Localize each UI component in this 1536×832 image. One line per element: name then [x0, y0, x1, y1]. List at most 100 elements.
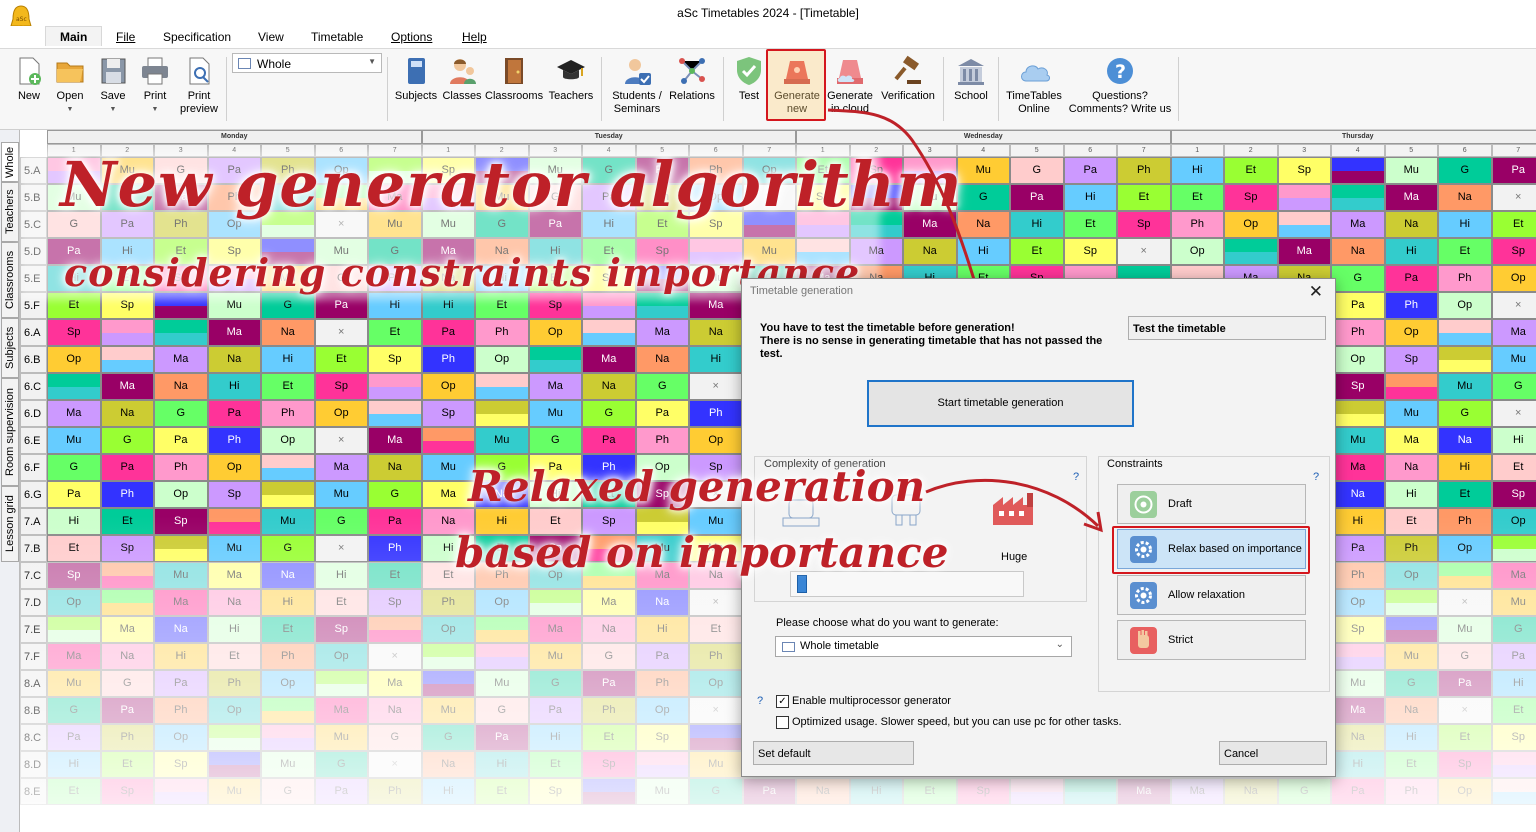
lesson-cell[interactable]: G — [154, 400, 208, 427]
lesson-cell[interactable]: Sp — [528, 778, 582, 805]
optimized-usage-checkbox[interactable] — [776, 716, 789, 729]
lesson-cell[interactable]: Ma — [528, 616, 582, 643]
open-button[interactable]: Open ▼ — [51, 49, 89, 129]
test-button[interactable]: Test — [731, 49, 767, 129]
tab-lesson-grid[interactable]: Lesson grid — [1, 486, 19, 562]
lesson-cell[interactable]: Ma — [1331, 211, 1385, 238]
lesson-cell[interactable]: Na — [368, 697, 422, 724]
lesson-cell[interactable]: Sp — [100, 535, 154, 562]
lesson-cell[interactable]: Ph — [1384, 535, 1438, 562]
lesson-cell[interactable]: Ma — [207, 562, 261, 589]
lesson-cell[interactable]: G — [47, 454, 101, 481]
lesson-cell[interactable]: Pa — [100, 454, 154, 481]
lesson-cell[interactable]: Mu — [1331, 427, 1385, 454]
lesson-cell[interactable]: × — [314, 427, 368, 454]
lesson-cell[interactable]: Sp — [635, 724, 689, 751]
class-row-label[interactable]: 7.B — [20, 535, 47, 562]
lesson-cell[interactable]: Et — [528, 751, 582, 778]
lesson-cell[interactable]: Ph — [207, 427, 261, 454]
lesson-cell[interactable]: Na — [207, 589, 261, 616]
lesson-cell[interactable]: Hi — [1331, 508, 1385, 535]
lesson-cell[interactable]: Na — [635, 346, 689, 373]
lesson-cell[interactable] — [100, 562, 154, 589]
lesson-cell[interactable]: Ma — [1491, 319, 1536, 346]
questions-button[interactable]: ? Questions? Comments? Write us — [1066, 49, 1174, 129]
class-row-label[interactable]: 6.B — [20, 346, 47, 373]
lesson-cell[interactable]: Hi — [475, 751, 529, 778]
lesson-cell[interactable]: Et — [47, 535, 101, 562]
lesson-cell[interactable]: Op — [207, 454, 261, 481]
lesson-cell[interactable]: Pa — [1491, 643, 1536, 670]
lesson-cell[interactable]: Hi — [314, 562, 368, 589]
lesson-cell[interactable]: Sp — [1331, 373, 1385, 400]
lesson-cell[interactable]: Et — [1170, 184, 1224, 211]
lesson-cell[interactable]: × — [1491, 184, 1536, 211]
lesson-cell[interactable]: Ph — [1384, 292, 1438, 319]
tab-room-supervision[interactable]: Room supervision — [1, 378, 19, 486]
lesson-cell[interactable]: G — [314, 508, 368, 535]
generate-scope-select[interactable]: Whole timetable ⌄ — [775, 636, 1072, 657]
lesson-cell[interactable]: Hi — [261, 346, 315, 373]
lesson-cell[interactable]: Et — [903, 778, 957, 805]
lesson-cell[interactable]: Sp — [314, 616, 368, 643]
lesson-cell[interactable]: Ma — [154, 346, 208, 373]
lesson-cell[interactable]: Et — [100, 508, 154, 535]
lesson-cell[interactable]: Na — [154, 373, 208, 400]
lesson-cell[interactable]: Pa — [528, 697, 582, 724]
lesson-cell[interactable]: Pa — [1331, 778, 1385, 805]
lesson-cell[interactable]: Op — [47, 346, 101, 373]
lesson-cell[interactable] — [1384, 373, 1438, 400]
lesson-cell[interactable]: Op — [1384, 562, 1438, 589]
lesson-cell[interactable]: Sp — [47, 319, 101, 346]
lesson-cell[interactable]: Na — [261, 319, 315, 346]
lesson-cell[interactable]: Na — [635, 589, 689, 616]
lesson-cell[interactable]: Hi — [261, 589, 315, 616]
lesson-cell[interactable] — [261, 724, 315, 751]
lesson-cell[interactable]: Op — [1438, 778, 1492, 805]
class-row-label[interactable]: 6.D — [20, 400, 47, 427]
lesson-cell[interactable]: G — [47, 697, 101, 724]
lesson-cell[interactable]: G — [635, 373, 689, 400]
lesson-cell[interactable]: Ma — [1117, 778, 1171, 805]
lesson-cell[interactable]: Pa — [1491, 157, 1536, 184]
lesson-cell[interactable] — [1224, 238, 1278, 265]
lesson-cell[interactable] — [475, 643, 529, 670]
lesson-cell[interactable] — [475, 400, 529, 427]
set-default-button[interactable]: Set default — [753, 741, 914, 765]
lesson-cell[interactable]: Pa — [1331, 292, 1385, 319]
class-row-label[interactable]: 8.D — [20, 751, 47, 778]
lesson-cell[interactable]: Sp — [1491, 481, 1536, 508]
lesson-cell[interactable]: Pa — [1438, 670, 1492, 697]
lesson-cell[interactable]: × — [1491, 292, 1536, 319]
lesson-cell[interactable]: Et — [1491, 697, 1536, 724]
menu-timetable[interactable]: Timetable — [311, 30, 363, 44]
class-row-label[interactable]: 7.A — [20, 508, 47, 535]
close-icon[interactable]: ✕ — [1309, 282, 1323, 302]
lesson-cell[interactable]: Hi — [154, 643, 208, 670]
lesson-cell[interactable]: Hi — [689, 346, 743, 373]
lesson-cell[interactable]: G — [689, 778, 743, 805]
class-row-label[interactable]: 6.F — [20, 454, 47, 481]
lesson-cell[interactable]: Sp — [154, 508, 208, 535]
lesson-cell[interactable] — [582, 319, 636, 346]
teachers-button[interactable]: Teachers — [546, 49, 596, 129]
lesson-cell[interactable] — [1491, 535, 1536, 562]
lesson-cell[interactable]: Na — [154, 616, 208, 643]
lesson-cell[interactable]: Ma — [1384, 427, 1438, 454]
lesson-cell[interactable]: Hi — [47, 751, 101, 778]
lesson-cell[interactable]: Et — [1438, 724, 1492, 751]
lesson-cell[interactable]: Na — [689, 319, 743, 346]
lesson-cell[interactable]: G — [582, 400, 636, 427]
lesson-cell[interactable]: G — [1438, 400, 1492, 427]
lesson-cell[interactable]: Mu — [421, 454, 475, 481]
lesson-cell[interactable]: Op — [1224, 211, 1278, 238]
lesson-cell[interactable]: Ph — [421, 589, 475, 616]
class-row-label[interactable]: 7.C — [20, 562, 47, 589]
lesson-cell[interactable]: G — [368, 481, 422, 508]
lesson-cell[interactable] — [368, 616, 422, 643]
lesson-cell[interactable]: Na — [207, 346, 261, 373]
lesson-cell[interactable]: Ph — [261, 400, 315, 427]
lesson-cell[interactable]: Na — [1438, 427, 1492, 454]
start-generation-button[interactable]: Start timetable generation — [867, 380, 1134, 427]
lesson-cell[interactable]: Ma — [1277, 238, 1331, 265]
